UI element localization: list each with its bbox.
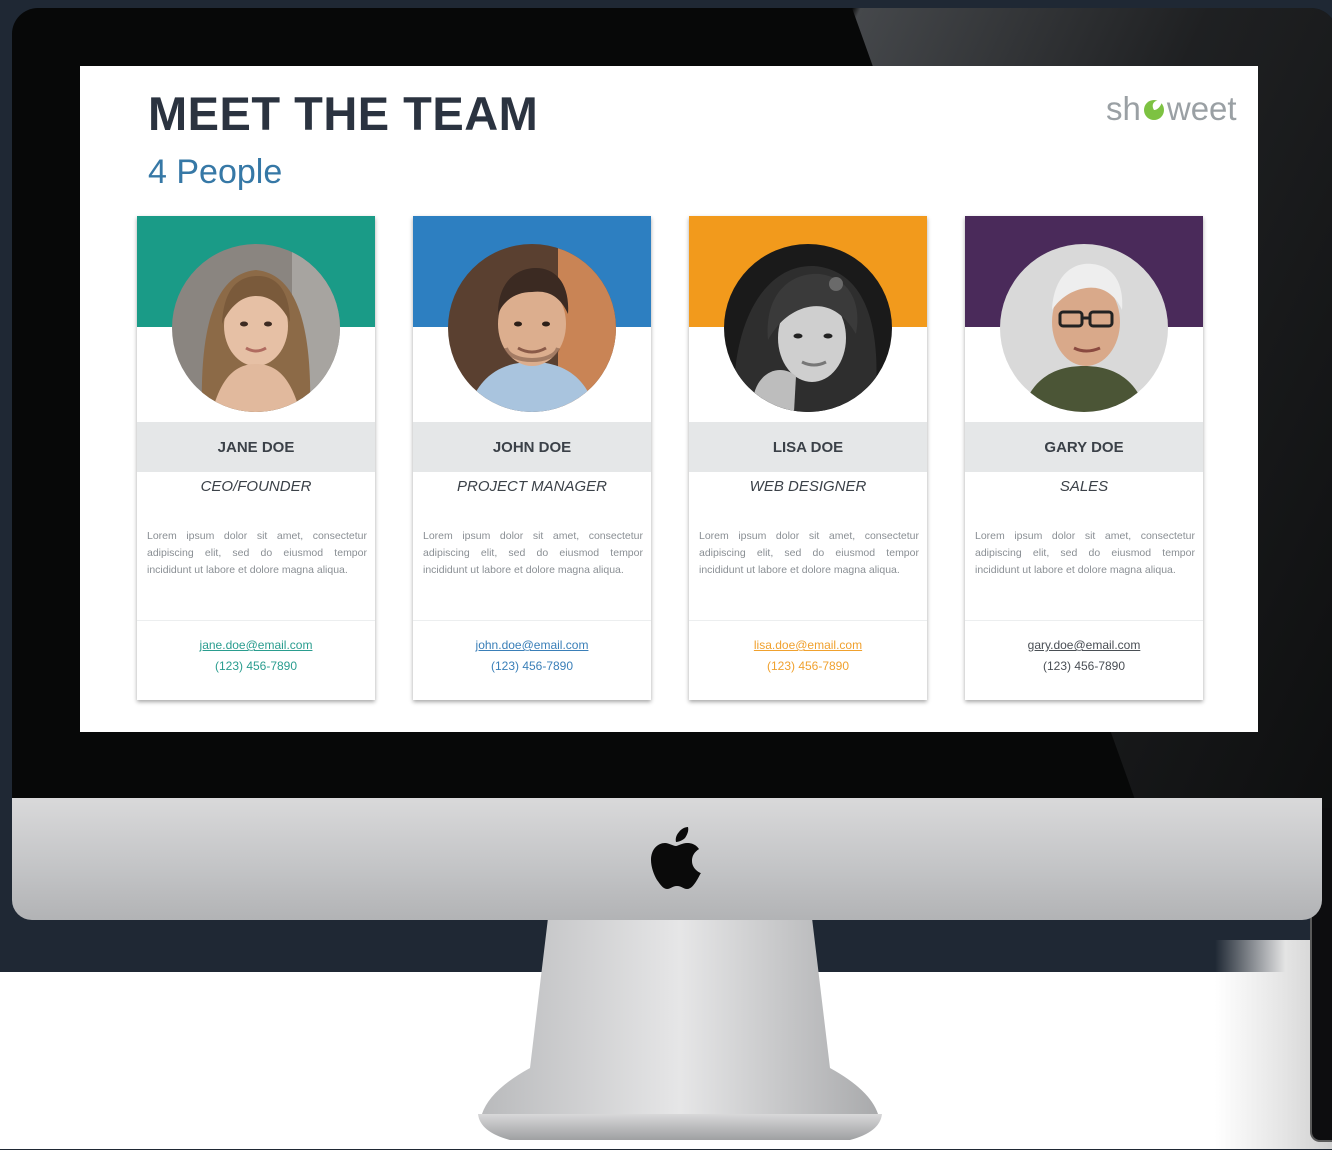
member-role: PROJECT MANAGER [456, 478, 607, 495]
team-card: JANE DOE CEO/FOUNDER Lorem ipsum dolor s… [137, 216, 375, 700]
member-phone: (123) 456-7890 [766, 659, 850, 673]
member-role: CEO/FOUNDER [200, 478, 312, 495]
member-phone: (123) 456-7890 [490, 659, 574, 673]
member-email-link[interactable]: gary.doe@email.com [965, 638, 1203, 652]
member-name: JOHN DOE [413, 422, 651, 472]
member-role: SALES [1059, 478, 1109, 495]
member-email-link[interactable]: john.doe@email.com [413, 638, 651, 652]
member-phone: (123) 456-7890 [214, 659, 298, 673]
card-divider [689, 620, 927, 621]
member-name: GARY DOE [965, 422, 1203, 472]
member-email-link[interactable]: lisa.doe@email.com [689, 638, 927, 652]
monitor-stand [478, 918, 882, 1140]
brand-logo: sh weet [1106, 90, 1237, 128]
member-bio: Lorem ipsum dolor sit amet, consectetur … [147, 530, 367, 576]
brand-prefix: sh [1106, 90, 1141, 127]
card-divider [413, 620, 651, 621]
avatar [448, 244, 616, 412]
member-name: JANE DOE [137, 422, 375, 472]
team-card: GARY DOE SALES Lorem ipsum dolor sit ame… [965, 216, 1203, 700]
slide-title: MEET THE TEAM [148, 87, 539, 140]
team-card: LISA DOE WEB DESIGNER Lorem ipsum dolor … [689, 216, 927, 700]
brand-suffix: weet [1166, 90, 1237, 127]
member-bio: Lorem ipsum dolor sit amet, consectetur … [975, 530, 1195, 576]
leaf-icon [1143, 100, 1164, 120]
member-email-link[interactable]: jane.doe@email.com [137, 638, 375, 652]
member-name: LISA DOE [689, 422, 927, 472]
slide-subtitle: 4 People [148, 153, 283, 191]
avatar [1000, 244, 1168, 412]
avatar [724, 244, 892, 412]
team-card: JOHN DOE PROJECT MANAGER Lorem ipsum dol… [413, 216, 651, 700]
member-bio: Lorem ipsum dolor sit amet, consectetur … [699, 530, 919, 576]
member-role: WEB DESIGNER [749, 478, 867, 495]
card-divider [137, 620, 375, 621]
card-divider [965, 620, 1203, 621]
member-bio: Lorem ipsum dolor sit amet, consectetur … [423, 530, 643, 576]
presentation-slide: MEET THE TEAM 4 People sh weet JANE DOE … [80, 66, 1258, 732]
apple-logo-icon [651, 827, 701, 889]
member-phone: (123) 456-7890 [1042, 659, 1126, 673]
avatar [172, 244, 340, 412]
